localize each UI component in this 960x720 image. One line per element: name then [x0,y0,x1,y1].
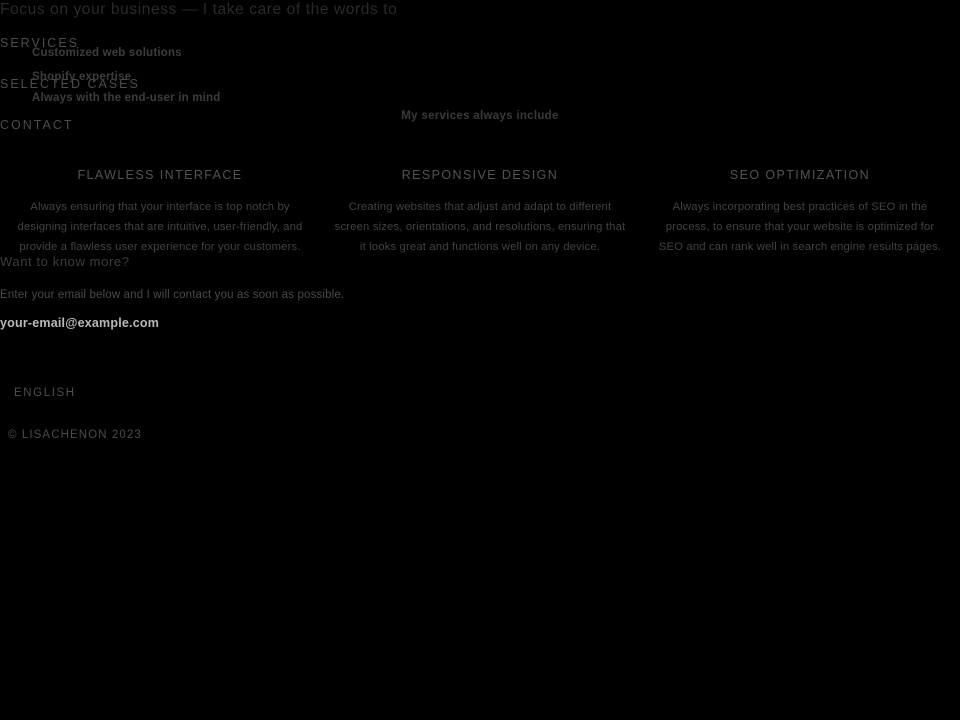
service-title-seo-optimization: SEO OPTIMIZATION [729,168,871,182]
service-card-seo-optimization: SEO OPTIMIZATION Always incorporating be… [640,168,960,257]
service-card-responsive-design: RESPONSIVE DESIGN Creating websites that… [320,168,640,257]
service-card-flawless-interface: FLAWLESS INTERFACE Always ensuring that … [0,168,320,257]
contact-section: Want to know more? Enter your email belo… [0,254,520,331]
service-body-seo-optimization: Always incorporating best practices of S… [658,201,942,253]
contact-subtext: Enter your email below and I will contac… [0,289,345,301]
page-root: Focus on your business — I take care of … [0,0,960,720]
language-selector[interactable]: ENGLISH [14,386,76,400]
services-grid: FLAWLESS INTERFACE Always ensuring that … [0,168,960,257]
nav-item-services[interactable]: SERVICES [0,36,79,50]
nav-item-selected-cases[interactable]: SELECTED CASES [0,77,140,91]
service-title-flawless-interface: FLAWLESS INTERFACE [77,168,243,182]
service-body-flawless-interface: Always ensuring that your interface is t… [17,201,303,253]
copyright-notice: © LISACHENON 2023 [8,429,142,441]
hero-tagline: Focus on your business — I take care of … [0,1,398,18]
service-body-responsive-design: Creating websites that adjust and adapt … [334,201,626,253]
services-section-heading: My services always include [401,110,559,122]
email-input[interactable] [0,315,420,331]
contact-heading: Want to know more? [0,254,130,269]
service-title-responsive-design: RESPONSIVE DESIGN [401,168,559,182]
